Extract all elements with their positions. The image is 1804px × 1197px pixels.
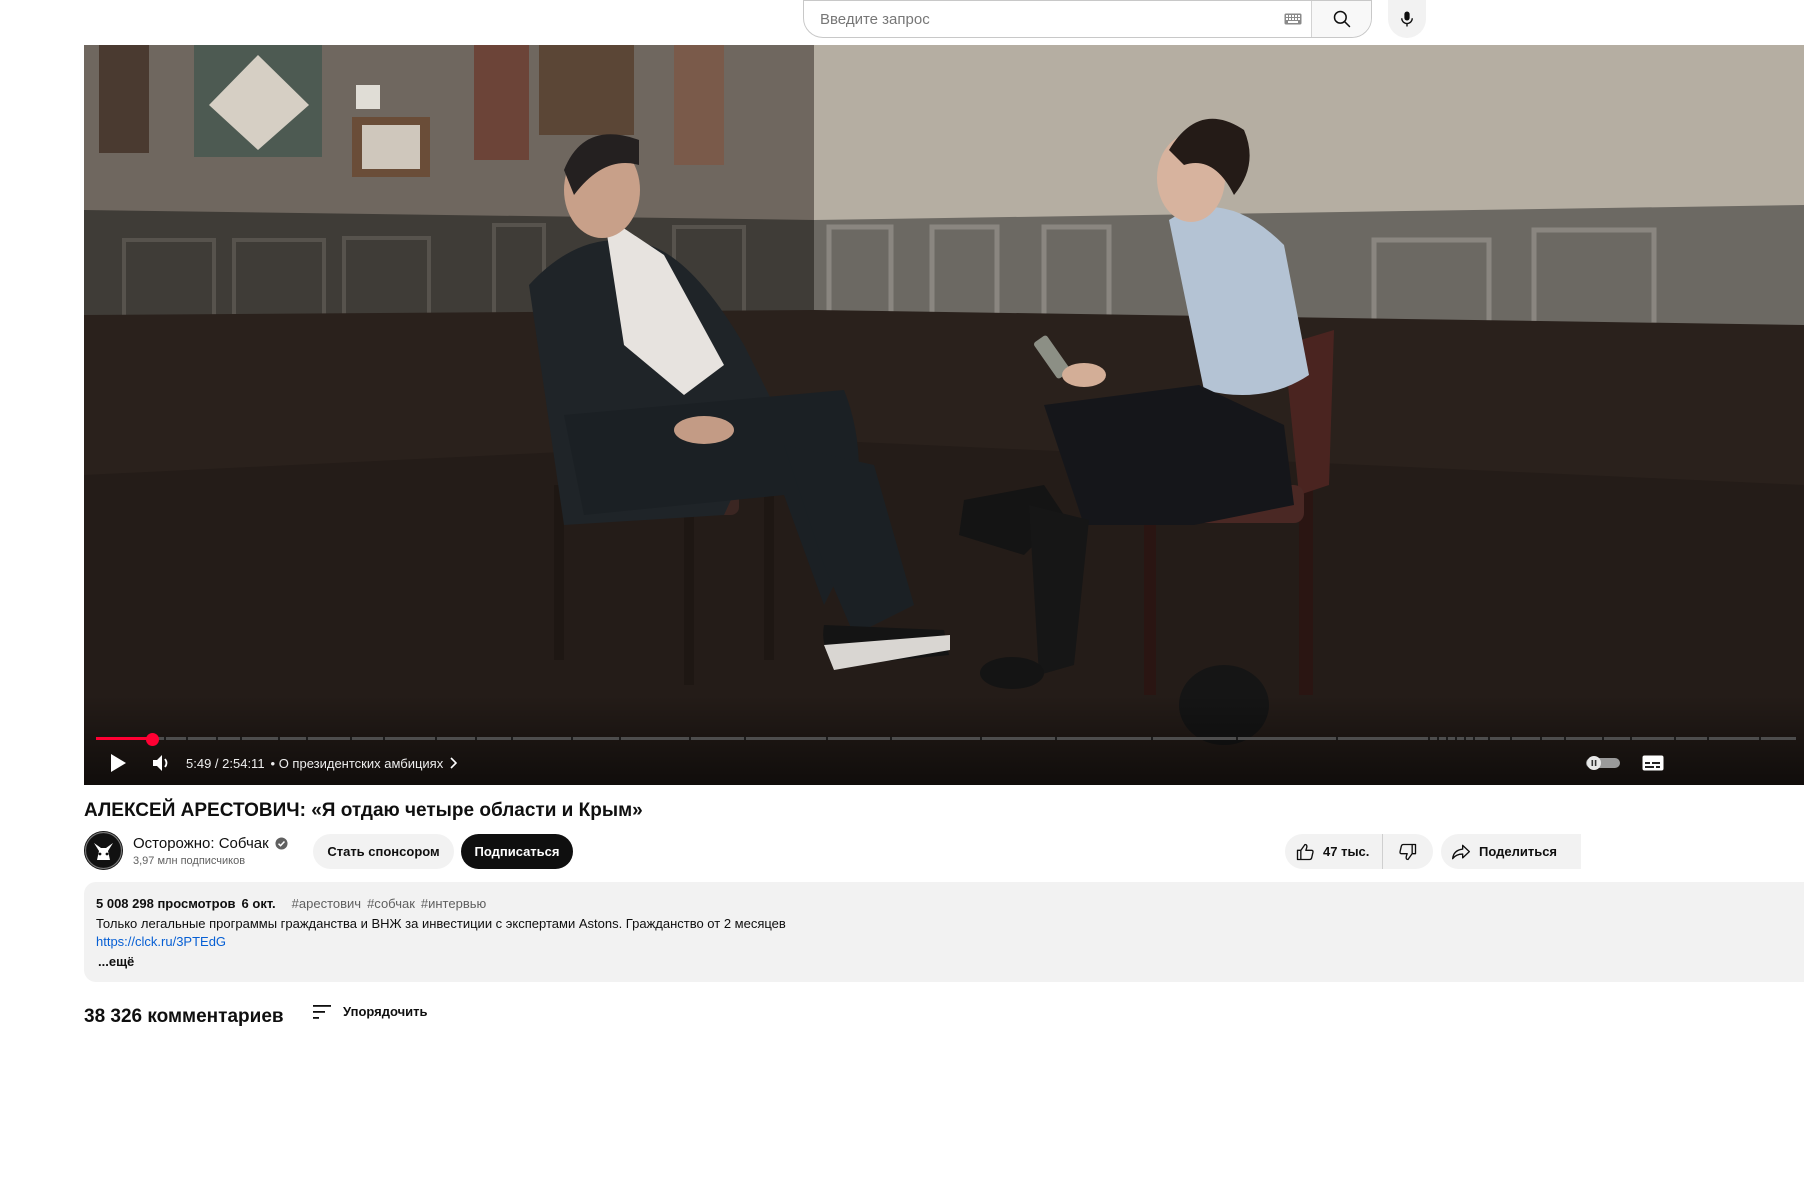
channel-name-text[interactable]: Осторожно: Собчак	[133, 835, 269, 852]
view-count: 5 008 298 просмотров	[96, 896, 236, 911]
progress-bar[interactable]	[96, 737, 1796, 740]
description-link[interactable]: https://clck.ru/3PTEdG	[96, 934, 226, 949]
hashtag[interactable]: #интервью	[421, 896, 486, 911]
like-button[interactable]: 47 тыс.	[1285, 834, 1383, 869]
like-dislike-group: 47 тыс.	[1285, 834, 1433, 869]
search-button[interactable]	[1311, 1, 1371, 37]
player-controls: 5:49 / 2:54:11 • О президентских амбиция…	[84, 745, 1804, 781]
sort-icon	[313, 1004, 331, 1019]
sponsor-button[interactable]: Стать спонсором	[313, 834, 454, 869]
time-display: 5:49 / 2:54:11	[186, 755, 265, 771]
show-more-button[interactable]: ...ещё	[98, 954, 134, 969]
video-title: АЛЕКСЕЙ АРЕСТОВИЧ: «Я отдаю четыре облас…	[84, 800, 643, 821]
description-meta: 5 008 298 просмотров 6 окт. #арестович #…	[96, 896, 486, 911]
autoplay-toggle-icon[interactable]	[1586, 756, 1620, 770]
volume-button[interactable]	[150, 754, 174, 772]
channel-avatar[interactable]	[84, 831, 123, 870]
thumbs-up-icon	[1296, 843, 1314, 860]
video-player[interactable]: 5:49 / 2:54:11 • О президентских амбиция…	[84, 45, 1804, 785]
subtitles-icon[interactable]	[1642, 755, 1664, 771]
keyboard-icon[interactable]	[1275, 13, 1311, 25]
thumbs-down-icon	[1399, 843, 1417, 860]
search-icon	[1333, 10, 1350, 28]
description-box[interactable]: 5 008 298 просмотров 6 окт. #арестович #…	[84, 882, 1804, 982]
sort-comments-button[interactable]: Упорядочить	[313, 1004, 428, 1019]
verified-icon	[275, 837, 288, 850]
hashtag[interactable]: #арестович	[292, 896, 361, 911]
search-box[interactable]	[803, 0, 1372, 38]
channel-name[interactable]: Осторожно: Собчак	[133, 835, 288, 852]
share-icon	[1452, 844, 1470, 859]
comments-count: 38 326 комментариев	[84, 1006, 284, 1027]
play-icon	[111, 754, 126, 772]
volume-icon	[153, 755, 168, 771]
video-frame	[84, 45, 1804, 785]
like-count: 47 тыс.	[1323, 844, 1370, 859]
hashtag[interactable]: #собчак	[367, 896, 415, 911]
chevron-right-icon[interactable]	[449, 757, 458, 769]
play-button[interactable]	[106, 753, 130, 773]
description-text: Только легальные программы гражданства и…	[96, 916, 786, 931]
sort-label: Упорядочить	[343, 1004, 428, 1019]
dislike-button[interactable]	[1383, 834, 1433, 869]
share-label: Поделиться	[1479, 844, 1558, 859]
publish-date: 6 окт.	[241, 896, 276, 911]
search-input[interactable]	[804, 1, 1275, 37]
voice-search-button[interactable]	[1388, 0, 1426, 38]
mic-icon	[1401, 11, 1413, 27]
chapter-title[interactable]: • О президентских амбициях	[271, 756, 444, 771]
share-button[interactable]: Поделиться	[1441, 834, 1581, 869]
subscribe-button[interactable]: Подписаться	[461, 834, 573, 869]
subscriber-count: 3,97 млн подписчиков	[133, 855, 246, 867]
